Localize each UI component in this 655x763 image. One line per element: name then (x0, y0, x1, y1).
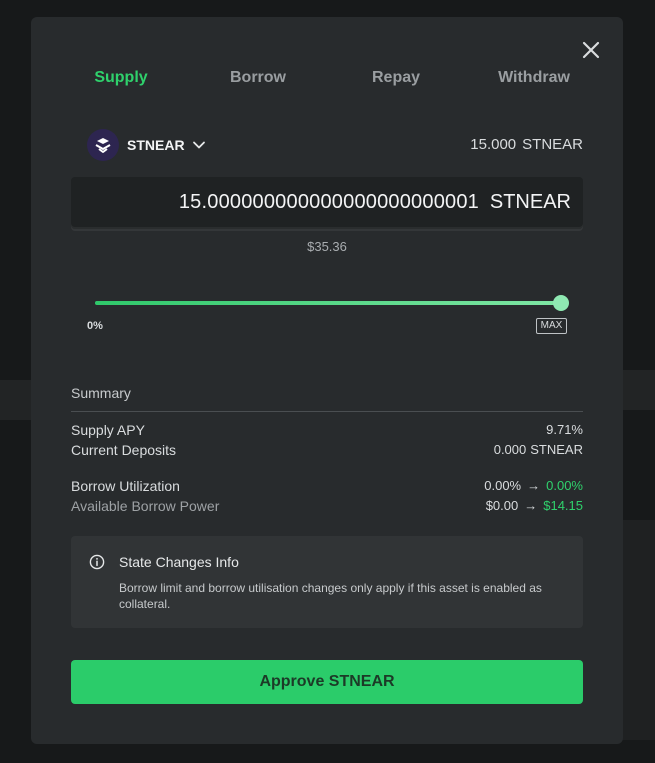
supply-apy-row: Supply APY 9.71% (71, 422, 583, 440)
info-icon (89, 554, 105, 570)
amount-input[interactable]: 15.000000000000000000000001 STNEAR (71, 177, 583, 229)
usd-value: $35.36 (307, 239, 347, 254)
deposits-unit: STNEAR (530, 442, 583, 457)
amount-value: 15.000000000000000000000001 (178, 191, 479, 213)
supply-apy-label: Supply APY (71, 422, 145, 438)
borrow-power-to: $14.15 (543, 498, 583, 513)
action-tabs: Supply Borrow Repay Withdraw (71, 69, 583, 93)
approve-button[interactable]: Approve STNEAR (71, 660, 583, 704)
borrow-power-row: Available Borrow Power $0.00 → $14.15 (71, 498, 583, 516)
chevron-down-icon[interactable] (191, 137, 207, 153)
supply-modal: Supply Borrow Repay Withdraw STNEAR 15.0… (31, 17, 623, 744)
slider-min-label: 0% (87, 320, 103, 332)
arrow-right-icon: → (527, 478, 541, 493)
tab-borrow[interactable]: Borrow (208, 69, 308, 87)
max-button[interactable]: MAX (536, 318, 567, 334)
close-button[interactable] (579, 38, 603, 62)
wallet-balance: 15.000 STNEAR (470, 136, 583, 153)
token-name[interactable]: STNEAR (127, 137, 185, 153)
borrow-power-label: Available Borrow Power (71, 498, 220, 514)
borrow-utilization-value: 0.00% → 0.00% (484, 478, 583, 493)
current-deposits-label: Current Deposits (71, 442, 177, 458)
slider-thumb[interactable] (553, 295, 569, 311)
arrow-right-icon: → (524, 498, 538, 513)
tab-repay[interactable]: Repay (346, 69, 446, 87)
slider-fill (95, 301, 561, 305)
amount-slider[interactable] (95, 295, 569, 311)
current-deposits-value: 0.000 STNEAR (494, 442, 583, 457)
balance-value: 15.000 (470, 136, 517, 153)
tab-supply[interactable]: Supply (71, 69, 171, 87)
tab-withdraw[interactable]: Withdraw (484, 69, 584, 87)
current-deposits-row: Current Deposits 0.000 STNEAR (71, 442, 583, 460)
balance-unit: STNEAR (522, 136, 583, 153)
supply-apy-value: 9.71% (546, 422, 583, 437)
utilization-to: 0.00% (546, 478, 583, 493)
summary-title: Summary (71, 385, 131, 401)
info-title: State Changes Info (119, 554, 239, 570)
summary-divider (71, 411, 583, 412)
token-selector-row: STNEAR 15.000 STNEAR (87, 129, 583, 161)
deposits-amount: 0.000 (493, 442, 527, 457)
close-icon (582, 41, 600, 59)
borrow-utilization-row: Borrow Utilization 0.00% → 0.00% (71, 478, 583, 496)
utilization-from: 0.00% (484, 478, 522, 493)
info-text: Borrow limit and borrow utilisation chan… (119, 581, 542, 611)
borrow-power-from: $0.00 (485, 498, 519, 513)
borrow-utilization-label: Borrow Utilization (71, 478, 180, 494)
amount-unit: STNEAR (489, 191, 571, 213)
state-changes-info: State Changes Info Borrow limit and borr… (71, 536, 583, 628)
stnear-logo-icon[interactable] (87, 129, 119, 161)
borrow-power-value: $0.00 → $14.15 (486, 498, 583, 513)
